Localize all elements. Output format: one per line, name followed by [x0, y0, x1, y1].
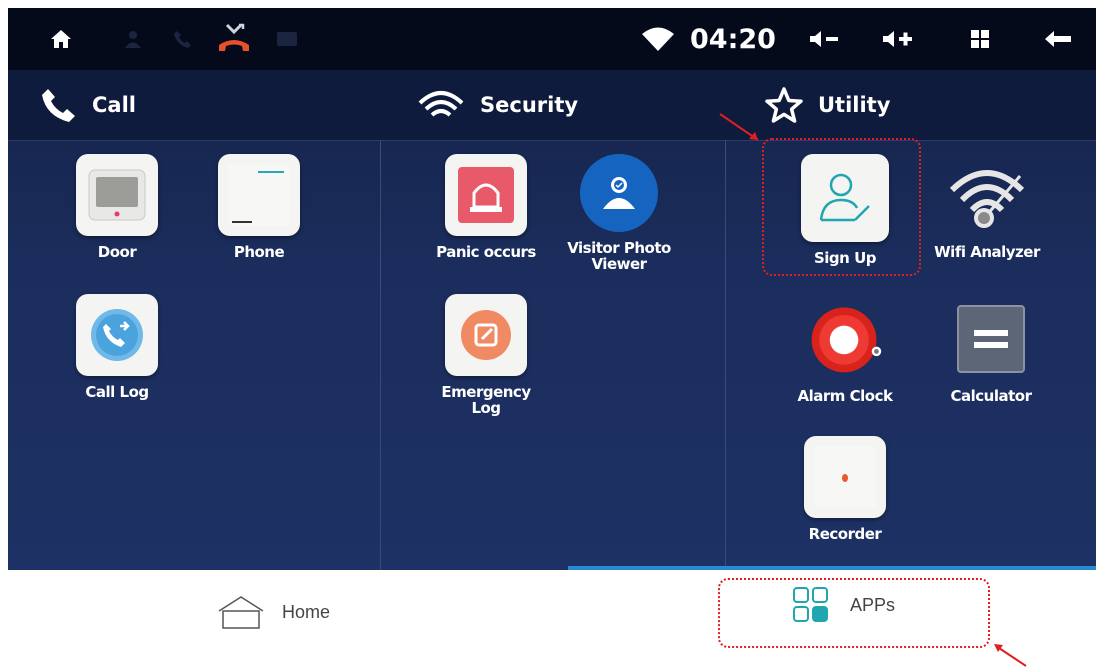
app-label: Emergency Log [441, 383, 531, 417]
wifi-analyzer-icon [946, 154, 1028, 236]
app-call-log[interactable]: Call Log [52, 294, 182, 400]
home-icon[interactable] [44, 8, 78, 70]
annotation-arrow-icon [719, 113, 759, 141]
section-header-bar: Call Security Utility [8, 70, 1096, 141]
app-label: Wifi Analyzer [934, 243, 1040, 261]
alarm-clock-icon [804, 298, 886, 380]
apps-highlight [718, 578, 990, 648]
home-outline-icon [218, 596, 264, 629]
section-security: Security [416, 70, 578, 140]
phone-app-icon [218, 154, 300, 236]
volume-down-icon[interactable] [804, 8, 844, 70]
clock: 04:20 [690, 8, 776, 70]
nav-home-label: Home [282, 601, 331, 622]
message-icon [272, 8, 302, 70]
section-utility: Utility [764, 70, 890, 140]
app-label: Calculator [950, 387, 1032, 405]
clock-time: 04:20 [690, 23, 776, 55]
app-label: Alarm Clock [797, 387, 893, 405]
call-log-icon [76, 294, 158, 376]
phone-icon [42, 89, 75, 122]
person-icon [118, 8, 148, 70]
grid-icon[interactable] [962, 8, 998, 70]
door-icon [76, 154, 158, 236]
emergency-log-icon [445, 294, 527, 376]
app-wifi-analyzer[interactable]: Wifi Analyzer [922, 154, 1052, 260]
app-phone[interactable]: Phone [194, 154, 324, 260]
section-security-label: Security [480, 93, 579, 117]
calculator-icon [950, 298, 1032, 380]
back-arrow-icon[interactable] [1038, 8, 1078, 70]
missed-call-icon [214, 8, 254, 70]
app-label: Phone [233, 243, 285, 261]
app-emergency-log[interactable]: Emergency Log [421, 294, 551, 416]
section-call: Call [40, 70, 136, 140]
app-visitor-photo-viewer[interactable]: Visitor Photo Viewer [554, 154, 684, 272]
recorder-icon [804, 436, 886, 518]
phone-icon [168, 8, 198, 70]
wifi-icon [638, 8, 678, 70]
app-label: Panic occurs [436, 243, 536, 261]
signal-icon [418, 91, 464, 117]
column-divider [725, 140, 726, 570]
app-door[interactable]: Door [52, 154, 182, 260]
app-alarm-clock[interactable]: Alarm Clock [780, 298, 910, 404]
app-label: Call Log [85, 383, 149, 401]
app-label: Door [97, 243, 137, 261]
status-bar: 04:20 [8, 8, 1096, 70]
sign-up-highlight [762, 138, 921, 276]
app-recorder[interactable]: Recorder [780, 436, 910, 542]
siren-icon [445, 154, 527, 236]
section-utility-label: Utility [818, 93, 891, 117]
app-calculator[interactable]: Calculator [926, 298, 1056, 404]
nav-home[interactable]: Home [216, 594, 330, 630]
star-icon [765, 87, 803, 123]
volume-up-icon[interactable] [878, 8, 918, 70]
app-panic-occurs[interactable]: Panic occurs [421, 154, 551, 260]
section-call-label: Call [92, 93, 136, 117]
visitor-photo-icon [580, 154, 658, 232]
column-divider [380, 140, 381, 570]
app-label: Visitor Photo Viewer [567, 239, 671, 273]
annotation-arrow-icon [994, 644, 1027, 667]
app-screen: 04:20 Call Security Utility Door Phone C… [8, 8, 1096, 570]
app-label: Recorder [808, 525, 882, 543]
